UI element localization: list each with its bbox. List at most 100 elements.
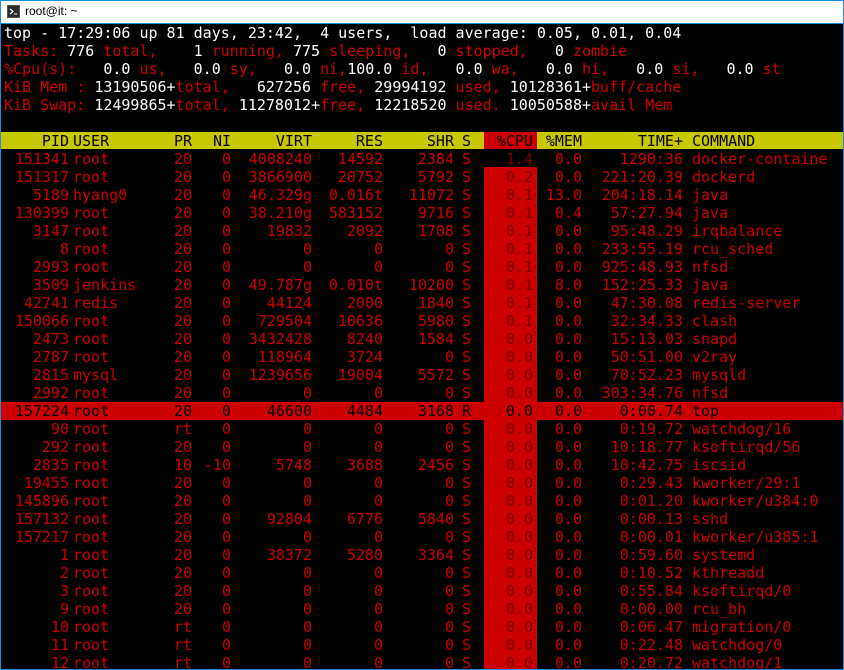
tasks-segment: stopped,: [446, 42, 555, 60]
cell-time: 0:01.20: [619, 492, 683, 510]
cell-command: sshd: [692, 510, 729, 528]
table-row[interactable]: 90 root rt 0 0 0 0 S 0.0 0.0 0:19.72 watchdog/16: [1, 420, 843, 438]
cell-time: 221:20.39: [601, 168, 683, 186]
cell-time: 0:00.01: [619, 528, 683, 546]
uptime-line: top - 17:29:06 up 81 days, 23:42, 4 user…: [4, 24, 682, 42]
table-row[interactable]: 1 root 20 0 38372 5280 3364 S 0.0 0.0 0:59.60 syste…: [1, 546, 843, 564]
table-row[interactable]: 292 root 20 0 0 0 0 S 0.0 0.0 10:18.77 ksoftirqd/56: [1, 438, 843, 456]
cell-time: 10:18.77: [610, 438, 683, 456]
cell-command: java: [692, 204, 729, 222]
table-row[interactable]: 3147 root 20 0 19832 2092 1708 S 0.1 0.0 95:48.29 i…: [1, 222, 843, 240]
swap-segment: used.: [446, 96, 510, 114]
table-row[interactable]: 151317 root 20 0 3866900 20752 5792 S 0.2 0.0 221:…: [1, 168, 843, 186]
title-bar[interactable]: root@it: ~: [1, 1, 843, 24]
swap-segment: free,: [320, 96, 375, 114]
cell-command: docker-containe: [692, 150, 828, 168]
cpu-segment: us,: [130, 60, 176, 78]
cell-command: kworker/u385:1: [692, 528, 819, 546]
swap-segment: 11278012+: [238, 96, 321, 114]
cpu-segment: 100.0: [347, 60, 393, 78]
table-row[interactable]: 10 root rt 0 0 0 0 S 0.0 0.0 0:06.47 migration/0: [1, 618, 843, 636]
table-row[interactable]: 42741 redis 20 0 44124 2000 1840 S 0.1 0.0 47:30.0…: [1, 294, 843, 312]
cell-command: top: [692, 402, 720, 420]
cell-time: 303:34.76: [601, 384, 683, 402]
table-row[interactable]: 157132 root 20 0 92804 6776 5840 S 0.0 0.0 0:00.13…: [1, 510, 843, 528]
cpu-segment: %Cpu(s):: [4, 60, 86, 78]
table-row[interactable]: 151341 root 20 0 4008240 14592 2384 S 1.4 0.0 1290…: [1, 150, 843, 168]
table-row[interactable]: 19455 root 20 0 0 0 0 S 0.0 0.0 0:29.43 kworker/29:…: [1, 474, 843, 492]
cell-command: nfsd: [692, 258, 729, 276]
table-row[interactable]: 150066 root 20 0 729504 10636 5980 S 0.1 0.0 32:34…: [1, 312, 843, 330]
cell-time: 152:25.33: [601, 276, 683, 294]
cpu-segment: wa,: [482, 60, 528, 78]
cell-command: irqbalance: [692, 222, 783, 240]
cpu-segment: hi,: [572, 60, 619, 78]
cell-time: 204:18.14: [601, 186, 683, 204]
table-row[interactable]: 3509 jenkins 20 0 49.787g 0.010t 10200 S 0.1 8.0 1…: [1, 276, 843, 294]
cpu-segment: ni,: [311, 60, 348, 78]
cell-command: rcu_bh: [692, 600, 747, 618]
tasks-segment: Tasks:: [4, 42, 68, 60]
table-row[interactable]: 2473 root 20 0 3432428 8240 1584 S 0.0 0.0 15:13.0…: [1, 330, 843, 348]
swap-segment: 12218520: [374, 96, 447, 114]
cpu-segment: 0.0: [618, 60, 664, 78]
cell-command: dockerd: [692, 168, 756, 186]
cell-time: 0:19.72: [619, 420, 683, 438]
cell-command: mysqld: [692, 366, 747, 384]
cell-time: TIME+: [637, 132, 683, 150]
mem-segment: KiB Mem :: [4, 78, 95, 96]
cpu-segment: 0.0: [265, 60, 312, 78]
table-row[interactable]: 11 root rt 0 0 0 0 S 0.0 0.0 0:22.48 watchdog/0: [1, 636, 843, 654]
cpu-line: %Cpu(s): 0.0 us, 0.0 sy, 0.0 ni,100.0 id…: [4, 60, 781, 78]
mem-segment: 29994192: [374, 78, 447, 96]
cell-command: ksoftirqd/0: [692, 582, 792, 600]
cell-time: 233:55.19: [601, 240, 683, 258]
cell-command: clash: [692, 312, 738, 330]
table-row[interactable]: 130399 root 20 0 38.210g 583152 9716 S 0.1 0.4 57:…: [1, 204, 843, 222]
mem-segment: total,: [175, 78, 239, 96]
table-row[interactable]: 2835 root 10 -10 5748 3688 2456 S 0.0 0.0 10:42.75…: [1, 456, 843, 474]
cell-time: 0:00.13: [619, 510, 683, 528]
cell-command: ksoftirqd/56: [692, 438, 801, 456]
table-row[interactable]: 2 root 20 0 0 0 0 S 0.0 0.0 0:10.52 kthreadd: [1, 564, 843, 582]
cell-time: 0:00.00: [619, 600, 683, 618]
swap-line: KiB Swap: 12499865+total, 11278012+free,…: [4, 96, 672, 114]
table-row[interactable]: 157217 root 20 0 0 0 0 S 0.0 0.0 0:00.01 kworker/u3…: [1, 528, 843, 546]
cell-time: 57:27.94: [610, 204, 683, 222]
cell-time: 15:13.03: [610, 330, 683, 348]
cell-command: nfsd: [692, 384, 729, 402]
table-row[interactable]: 5189 hyang0 20 0 46.329g 0.016t 11072 S 0.1 13.0 2…: [1, 186, 843, 204]
window-title: root@it: ~: [25, 4, 78, 18]
cell-time: 0:10.52: [619, 564, 683, 582]
table-row[interactable]: 2787 root 20 0 118964 3724 0 S 0.0 0.0 50:51.00 v2r…: [1, 348, 843, 366]
cell-time: 0:20.72: [619, 654, 683, 669]
tasks-segment: 776: [67, 42, 95, 60]
cell-command: migration/0: [692, 618, 792, 636]
tasks-segment: sleeping,: [320, 42, 438, 60]
table-row[interactable]: 2993 root 20 0 0 0 0 S 0.1 0.0 925:48.93 nfsd: [1, 258, 843, 276]
swap-segment: total,: [175, 96, 239, 114]
tasks-segment: 0: [554, 42, 564, 60]
cell-command: java: [692, 276, 729, 294]
table-row[interactable]: 3 root 20 0 0 0 0 S 0.0 0.0 0:55.84 ksoftirqd/0: [1, 582, 843, 600]
cell-time: 0:22.48: [619, 636, 683, 654]
table-row[interactable]: 2992 root 20 0 0 0 0 S 0.0 0.0 303:34.76 nfsd: [1, 384, 843, 402]
cell-command: v2ray: [692, 348, 738, 366]
table-row[interactable]: 9 root 20 0 0 0 0 S 0.0 0.0 0:00.00 rcu_bh: [1, 600, 843, 618]
cell-time: 50:51.00: [610, 348, 683, 366]
terminal-screen[interactable]: top - 17:29:06 up 81 days, 23:42, 4 user…: [1, 24, 843, 669]
cell-time: 0:29.43: [619, 474, 683, 492]
cpu-segment: 0.0: [175, 60, 221, 78]
cell-command: redis-server: [692, 294, 801, 312]
terminal-icon: [7, 5, 20, 18]
table-row[interactable]: 145896 root 20 0 0 0 0 S 0.0 0.0 0:01.20 kworker/u3…: [1, 492, 843, 510]
tasks-segment: 775: [293, 42, 321, 60]
tasks-segment: running,: [202, 42, 293, 60]
table-row[interactable]: 2815 mysql 20 0 1239656 19004 5572 S 0.0 0.0 70:52…: [1, 366, 843, 384]
mem-segment: 10128361+: [509, 78, 592, 96]
cell-time: 0:55.84: [619, 582, 683, 600]
table-row[interactable]: 157224 root 20 0 46600 4484 3168 R 0.0 0.0 0:00.74…: [1, 402, 843, 420]
cpu-segment: 0.0: [527, 60, 573, 78]
table-row[interactable]: 8 root 20 0 0 0 0 S 0.1 0.0 233:55.19 rcu_sched: [1, 240, 843, 258]
table-row[interactable]: 12 root rt 0 0 0 0 S 0.0 0.0 0:20.72 watchdog/1: [1, 654, 843, 669]
